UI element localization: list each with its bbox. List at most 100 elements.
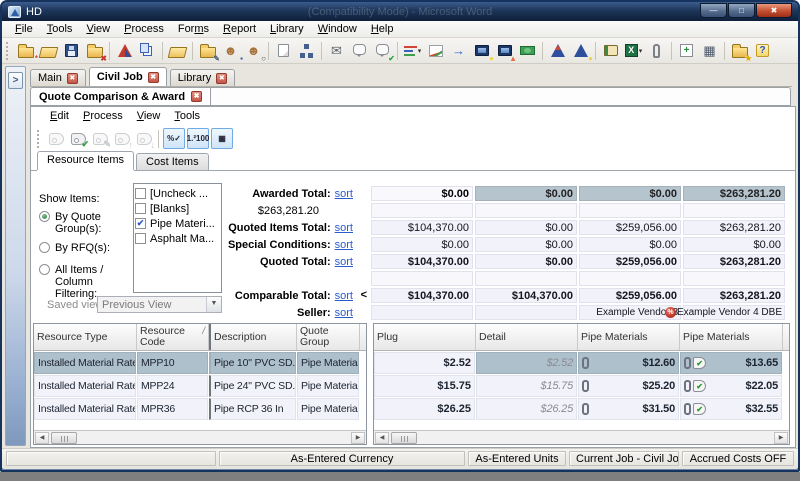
user-search-button[interactable]: ☻○: [243, 40, 264, 62]
totals-cell[interactable]: [475, 203, 577, 218]
totals-cell[interactable]: [475, 305, 577, 320]
sort-link[interactable]: sort: [335, 222, 353, 234]
status-currency[interactable]: As-Entered Currency: [219, 451, 465, 466]
tab-quote-comparison[interactable]: Quote Comparison & Award: [31, 88, 211, 105]
save-button[interactable]: [61, 40, 82, 62]
menu-process[interactable]: Process: [117, 22, 171, 36]
quote-row[interactable]: $15.75$15.75$25.20$22.05: [374, 375, 789, 397]
close-button[interactable]: [756, 3, 792, 18]
menu-report[interactable]: Report: [216, 22, 263, 36]
sort-link[interactable]: sort: [335, 307, 353, 319]
panel-menu-view[interactable]: View: [130, 109, 168, 125]
totals-cell[interactable]: $259,056.00: [579, 254, 681, 269]
totals-cell[interactable]: $0.00: [475, 254, 577, 269]
library-book-button[interactable]: [600, 40, 621, 62]
quote-cell[interactable]: $32.55: [680, 398, 782, 420]
open-estimate-button[interactable]: [38, 40, 59, 62]
tab-cost-items[interactable]: Cost Items: [136, 153, 209, 170]
plug-cell[interactable]: $2.52: [374, 352, 475, 374]
cell[interactable]: MPP10: [137, 352, 208, 374]
totals-cell[interactable]: %Example Vendor 4 DBE: [683, 305, 785, 320]
new-estimate-button[interactable]: *: [15, 40, 36, 62]
cell[interactable]: MPR36: [137, 398, 208, 420]
totals-cell[interactable]: $104,370.00: [371, 254, 473, 269]
detail-cell[interactable]: $2.52: [476, 352, 577, 374]
column-header-pipe-materials[interactable]: Pipe Materials: [578, 324, 680, 350]
detail-cell[interactable]: $15.75: [476, 375, 577, 397]
resource-grid-hscrollbar[interactable]: [34, 430, 366, 444]
estimate-properties-button[interactable]: ✎: [197, 40, 218, 62]
menu-tools[interactable]: Tools: [40, 22, 80, 36]
approve-quote-button[interactable]: ✔: [68, 128, 88, 150]
scroll-right-icon[interactable]: [351, 432, 365, 444]
totals-cell[interactable]: $0.00: [475, 237, 577, 252]
attachments-button[interactable]: [646, 40, 667, 62]
monitor-report-button[interactable]: ▲: [494, 40, 515, 62]
column-header-plug[interactable]: Plug: [374, 324, 476, 350]
totals-cell[interactable]: $104,370.00: [371, 288, 473, 303]
totals-cell[interactable]: $104,370.00: [371, 220, 473, 235]
cell[interactable]: Installed Material Rate: [34, 398, 136, 420]
calculator-button[interactable]: ▦: [699, 40, 720, 62]
panel-menu-process[interactable]: Process: [76, 109, 130, 125]
bid-summary-button[interactable]: [547, 40, 568, 62]
org-chart-button[interactable]: [296, 40, 317, 62]
notes-button[interactable]: [349, 40, 370, 62]
detail-cell[interactable]: $26.25: [476, 398, 577, 420]
column-header-description[interactable]: Description: [209, 324, 297, 350]
totals-cell[interactable]: [579, 271, 681, 286]
totals-cell[interactable]: $263,281.20: [683, 254, 785, 269]
totals-cell[interactable]: $0.00: [579, 237, 681, 252]
title-bar[interactable]: HD (Compatibility Mode) - Microsoft Word: [2, 2, 798, 21]
quote-cell[interactable]: $25.20: [578, 375, 679, 397]
column-header-resource-code[interactable]: Resource Code/: [137, 324, 209, 350]
toggle-percent-check-button[interactable]: %✓: [163, 128, 185, 149]
cash-flow-button[interactable]: [517, 40, 538, 62]
totals-cell[interactable]: $0.00: [371, 186, 473, 201]
award-quote-button[interactable]: [46, 128, 66, 150]
column-header-pipe-materials[interactable]: Pipe Materials: [680, 324, 783, 350]
cell[interactable]: Pipe Materials: [297, 398, 359, 420]
totals-cell[interactable]: $259,056.00: [579, 220, 681, 235]
cell[interactable]: Installed Material Rate: [34, 352, 136, 374]
toggle-grid-view-button[interactable]: ▦: [211, 128, 233, 149]
sort-link[interactable]: sort: [335, 239, 353, 251]
close-tab-icon[interactable]: [67, 73, 78, 84]
totals-cell[interactable]: $263,281.20: [683, 220, 785, 235]
quote-check-button[interactable]: ✔: [372, 40, 393, 62]
column-header-detail[interactable]: Detail: [476, 324, 578, 350]
open-recent-button[interactable]: [167, 40, 188, 62]
scroll-thumb[interactable]: [51, 432, 77, 444]
plug-cell[interactable]: $26.25: [374, 398, 475, 420]
column-header-resource-type[interactable]: Resource Type: [34, 324, 137, 350]
send-quote-button[interactable]: →: [448, 40, 469, 62]
menu-view[interactable]: View: [79, 22, 117, 36]
panel-menu-tools[interactable]: Tools: [167, 109, 207, 125]
cell[interactable]: Pipe Materials: [297, 352, 359, 374]
raise-quote-button[interactable]: ↑: [112, 128, 132, 150]
help-button[interactable]: ?: [752, 40, 773, 62]
analysis-chart-button[interactable]: [425, 40, 446, 62]
plug-cell[interactable]: $15.75: [374, 375, 475, 397]
add-item-button[interactable]: +: [676, 40, 697, 62]
quote-cell[interactable]: $12.60: [578, 352, 679, 374]
totals-cell[interactable]: $104,370.00: [475, 288, 577, 303]
cell[interactable]: Pipe RCP 36 In: [209, 398, 296, 420]
panel-menu-edit[interactable]: Edit: [43, 109, 76, 125]
sort-link[interactable]: sort: [335, 188, 353, 200]
scroll-right-icon[interactable]: [774, 432, 788, 444]
toggle-unit-price-button[interactable]: 1.²100: [187, 128, 209, 149]
cell[interactable]: Pipe Materials: [297, 375, 359, 397]
quote-cell[interactable]: $22.05: [680, 375, 782, 397]
totals-cell[interactable]: $0.00: [683, 237, 785, 252]
resource-row[interactable]: Installed Material RateMPP24Pipe 24" PVC…: [34, 375, 366, 397]
column-header-quote-group[interactable]: Quote Group: [297, 324, 360, 350]
totals-cell[interactable]: [371, 271, 473, 286]
tab-resource-items[interactable]: Resource Items: [37, 151, 134, 170]
menu-help[interactable]: Help: [364, 22, 401, 36]
tab-library[interactable]: Library: [170, 69, 236, 86]
minimize-button[interactable]: [700, 3, 727, 18]
setup-wizard-button[interactable]: ★: [729, 40, 750, 62]
toolbar-grip[interactable]: [6, 42, 10, 60]
totals-cell[interactable]: $0.00: [475, 220, 577, 235]
